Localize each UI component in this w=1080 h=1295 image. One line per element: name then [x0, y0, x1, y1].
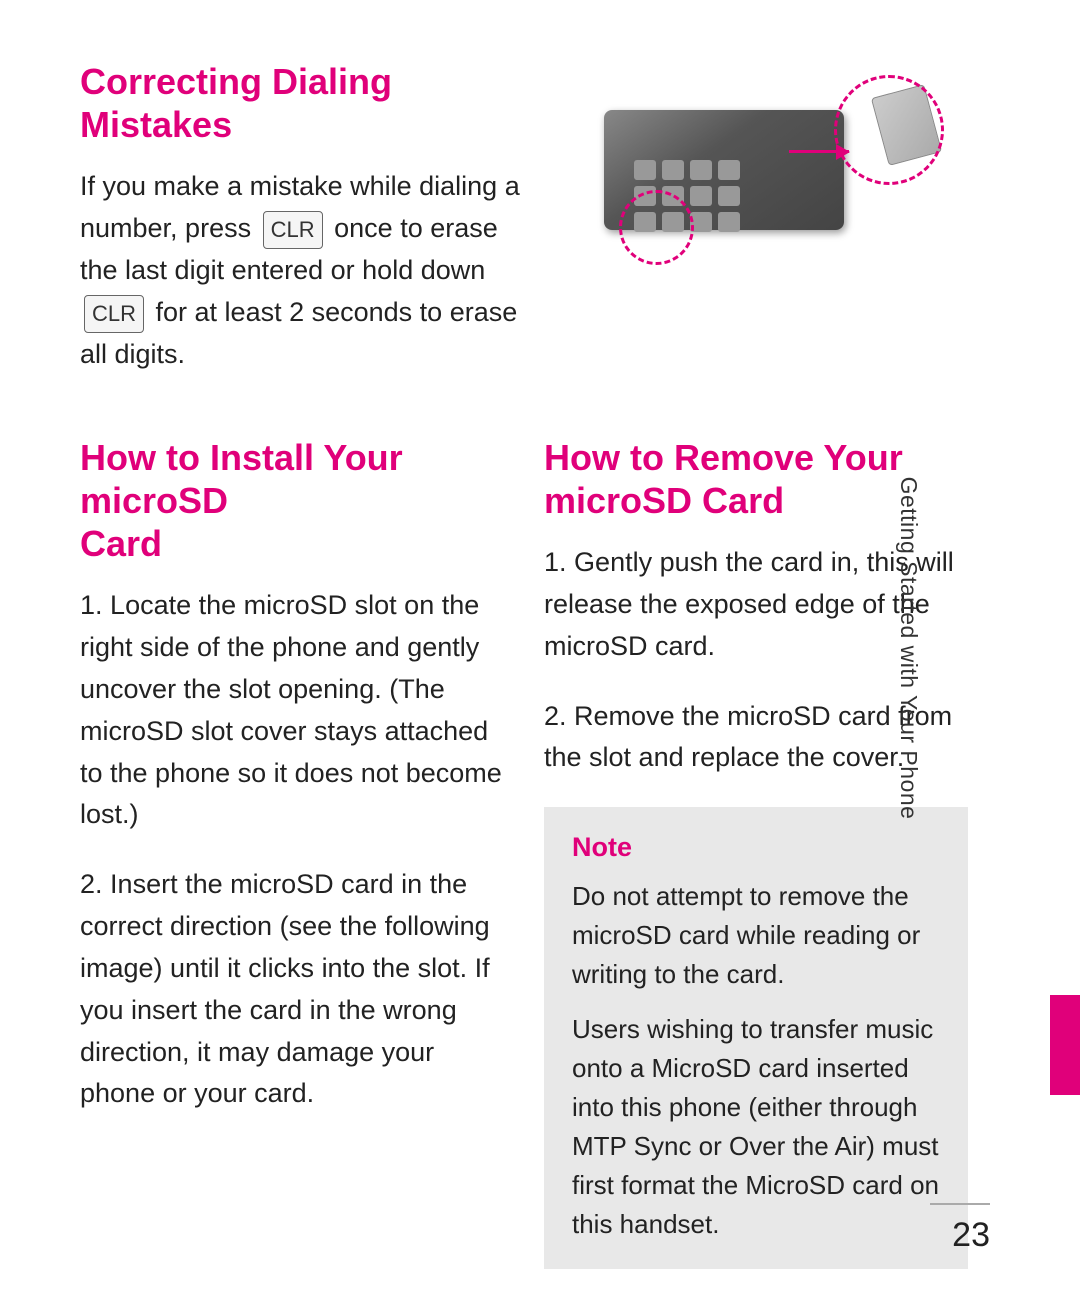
page-separator: [930, 1203, 990, 1205]
dashed-circle-large: [834, 75, 944, 185]
note-paragraph-2: Users wishing to transfer music onto a M…: [572, 1010, 940, 1244]
page-number: 23: [952, 1216, 990, 1255]
microsd-illustration: [560, 60, 968, 280]
clr-badge-1: CLR: [263, 211, 323, 249]
note-paragraph-1: Do not attempt to remove the microSD car…: [572, 877, 940, 994]
install-item-1: 1. Locate the microSD slot on the right …: [80, 585, 504, 836]
section1-body: If you make a mistake while dialing a nu…: [80, 166, 520, 375]
side-tab-text: Getting Started with Your Phone: [895, 476, 922, 819]
section2-title: How to Install Your microSD Card: [80, 436, 504, 566]
install-item-2: 2. Insert the microSD card in the correc…: [80, 864, 504, 1115]
note-box: Note Do not attempt to remove the microS…: [544, 807, 968, 1269]
dashed-circle-small: [619, 190, 694, 265]
arrow-graphic: [789, 150, 849, 153]
side-tab: Getting Started with Your Phone: [1028, 0, 1080, 1295]
note-label: Note: [572, 832, 940, 863]
pink-bar: [1050, 995, 1080, 1095]
section1-title: Correcting Dialing Mistakes: [80, 60, 520, 146]
clr-badge-2: CLR: [84, 295, 144, 333]
